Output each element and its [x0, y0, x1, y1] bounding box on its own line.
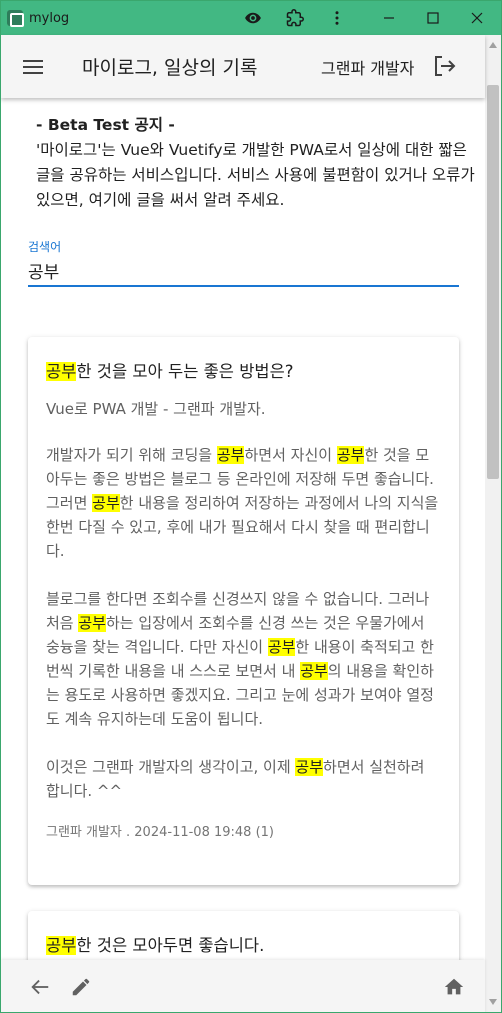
highlight: 공부: [46, 936, 77, 955]
user-name: 그랜파 개발자: [321, 59, 415, 78]
window-titlebar[interactable]: mylog: [1, 1, 501, 35]
minimize-icon[interactable]: [369, 1, 409, 35]
post-body: 개발자가 되기 위해 코딩을 공부하면서 자신이 공부한 것을 모아두는 좋은 …: [46, 443, 441, 803]
notice-title: - Beta Test 공지 -: [36, 116, 175, 134]
search-label: 검색어: [28, 240, 62, 254]
post-meta: 그랜파 개발자 . 2024-11-08 19:48 (1): [46, 825, 274, 840]
text-segment: 개발자가 되기 위해 코딩을: [46, 446, 217, 464]
arrow-left-icon[interactable]: [25, 972, 55, 1002]
scroll-down-icon[interactable]: [485, 994, 501, 1010]
app-bar: 마이로그, 일상의 기록 그랜파 개발자: [1, 35, 485, 98]
highlight: 공부: [295, 758, 324, 776]
highlight: 공부: [300, 662, 328, 680]
post-subtitle: Vue로 PWA 개발 - 그랜파 개발자.: [46, 400, 266, 418]
notice-body: '마이로그'는 Vue와 Vuetify로 개발한 PWA로서 일상에 대한 짧…: [36, 141, 475, 209]
app-window: mylog 마이로그, 일상의 기록 그랜파 개발자 - Beta Test 공…: [0, 0, 502, 1013]
pencil-icon[interactable]: [66, 972, 96, 1002]
post-card[interactable]: 공부한 것을 모아 두는 좋은 방법은? Vue로 PWA 개발 - 그랜파 개…: [28, 337, 459, 885]
post-card[interactable]: 공부한 것은 모아두면 좋습니다.: [28, 911, 459, 960]
puzzle-icon[interactable]: [275, 1, 315, 35]
text-segment: 하면서 자신이: [244, 446, 337, 464]
post-title[interactable]: 공부한 것은 모아두면 좋습니다.: [46, 931, 441, 960]
eye-icon[interactable]: [233, 1, 273, 35]
highlight: 공부: [78, 614, 106, 632]
window-title: mylog: [29, 10, 70, 26]
hamburger-menu-icon[interactable]: [1, 35, 65, 98]
maximize-icon[interactable]: [413, 1, 453, 35]
app-icon: [7, 10, 24, 27]
highlight: 공부: [267, 638, 296, 656]
more-vert-icon[interactable]: [317, 1, 357, 35]
post-paragraph: 블로그를 한다면 조회수를 신경쓰지 않을 수 없습니다. 그러나 처음 공부하…: [46, 587, 441, 731]
notice: - Beta Test 공지 - '마이로그'는 Vue와 Vuetify로 개…: [36, 113, 476, 213]
post-paragraph: 개발자가 되기 위해 코딩을 공부하면서 자신이 공부한 것을 모아두는 좋은 …: [46, 443, 441, 563]
page-title: 마이로그, 일상의 기록: [82, 57, 258, 79]
highlight: 공부: [46, 362, 77, 381]
highlight: 공부: [92, 494, 120, 512]
logout-icon[interactable]: [429, 50, 461, 82]
highlight: 공부: [336, 446, 365, 464]
post-paragraph: 이것은 그랜파 개발자의 생각이고, 이제 공부하면서 실천하려 합니다. ^^: [46, 755, 441, 803]
search-field: 검색어: [28, 238, 459, 287]
close-icon[interactable]: [457, 1, 497, 35]
scroll-thumb[interactable]: [487, 85, 499, 479]
search-input[interactable]: [28, 255, 459, 287]
home-icon[interactable]: [439, 972, 469, 1002]
post-title[interactable]: 공부한 것을 모아 두는 좋은 방법은?: [46, 357, 441, 387]
scrollbar[interactable]: [485, 35, 501, 1012]
text-segment: 이것은 그랜파 개발자의 생각이고, 이제: [46, 758, 296, 776]
highlight: 공부: [216, 446, 245, 464]
scroll-up-icon[interactable]: [485, 37, 501, 53]
bottom-bar: [1, 960, 485, 1012]
main-content: - Beta Test 공지 - '마이로그'는 Vue와 Vuetify로 개…: [1, 98, 485, 960]
